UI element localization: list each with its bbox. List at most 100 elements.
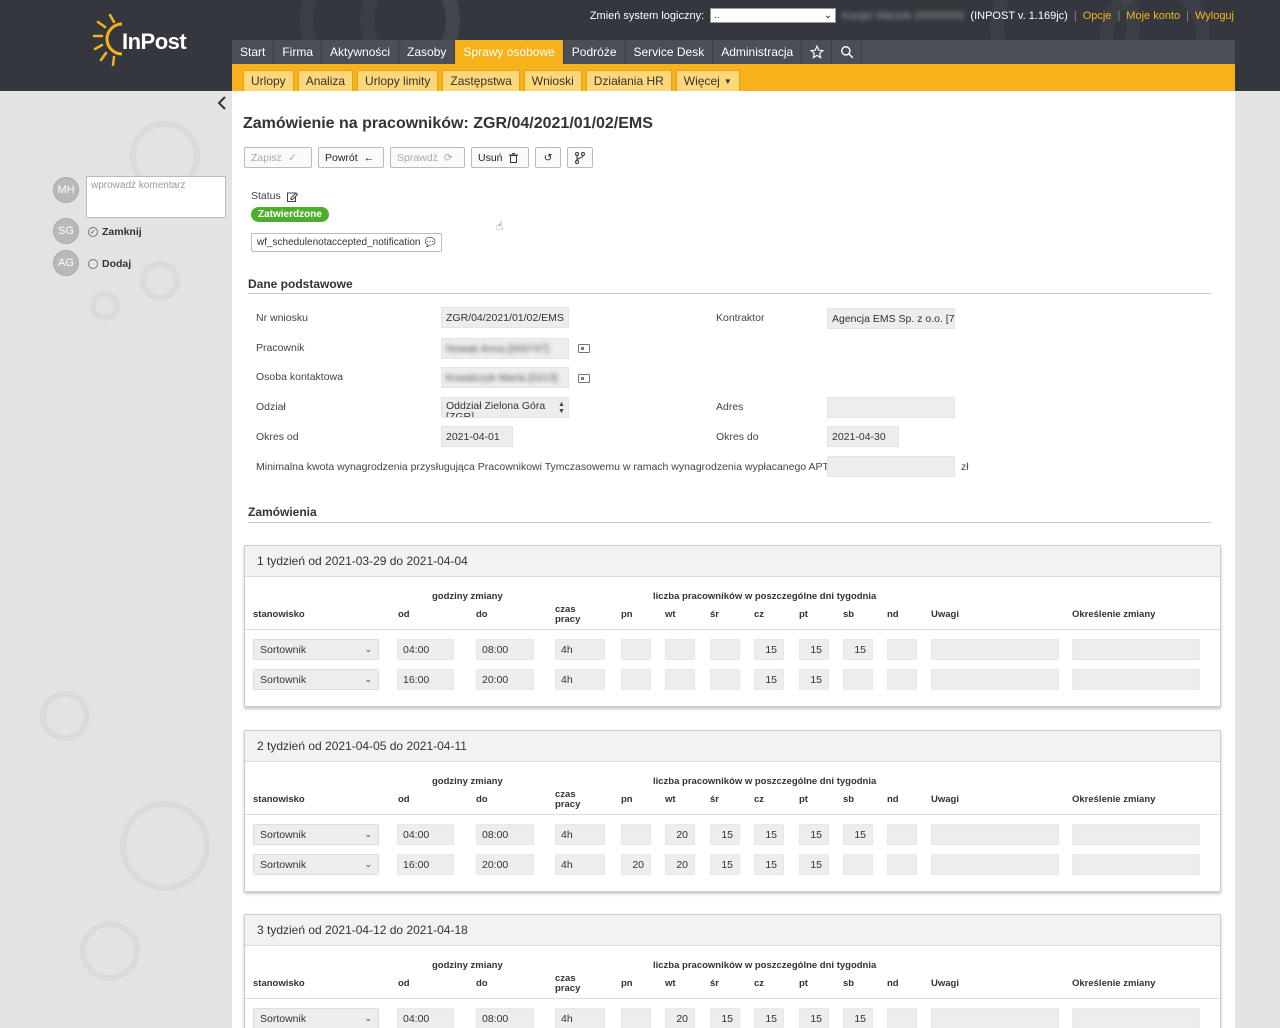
save-button[interactable]: Zapisz ✓ xyxy=(244,147,312,168)
position-select[interactable]: Sortownik ⌄ xyxy=(253,854,379,875)
check-button[interactable]: Sprawdź ⟳ xyxy=(390,147,465,168)
work-time-input[interactable]: 4h xyxy=(555,1008,605,1028)
nav-start[interactable]: Start xyxy=(232,40,275,64)
collapse-sidebar-icon[interactable] xyxy=(217,96,227,113)
id-card-icon[interactable] xyxy=(578,374,590,383)
shift-desc-input[interactable] xyxy=(1072,639,1200,660)
day-count-input[interactable] xyxy=(710,639,740,660)
notes-input[interactable] xyxy=(931,669,1059,690)
day-count-input[interactable]: 15 xyxy=(710,854,740,875)
id-card-icon[interactable] xyxy=(578,344,590,353)
shift-to-input[interactable]: 20:00 xyxy=(476,669,534,690)
position-select[interactable]: Sortownik ⌄ xyxy=(253,639,379,660)
day-count-input[interactable]: 15 xyxy=(710,824,740,845)
nav-service-desk[interactable]: Service Desk xyxy=(626,40,714,64)
subnav-urlopy[interactable]: Urlopy xyxy=(243,70,294,91)
star-icon[interactable] xyxy=(802,40,833,64)
day-count-input[interactable]: 15 xyxy=(754,824,784,845)
day-count-input[interactable]: 15 xyxy=(710,1008,740,1028)
edit-icon[interactable] xyxy=(286,191,298,202)
day-count-input[interactable] xyxy=(621,639,651,660)
day-count-input[interactable] xyxy=(665,669,695,690)
shift-to-input[interactable]: 08:00 xyxy=(476,824,534,845)
nav-firma[interactable]: Firma xyxy=(274,40,323,64)
day-count-input[interactable] xyxy=(843,669,873,690)
day-count-input[interactable]: 15 xyxy=(799,824,829,845)
shift-to-input[interactable]: 08:00 xyxy=(476,639,534,660)
day-count-input[interactable]: 15 xyxy=(799,1008,829,1028)
nav-zasoby[interactable]: Zasoby xyxy=(399,40,456,64)
day-count-input[interactable] xyxy=(621,1008,651,1028)
subnav-wiecej[interactable]: Więcej ▼ xyxy=(675,70,740,91)
subnav-zastepstwa[interactable]: Zastępstwa xyxy=(442,70,520,91)
day-count-input[interactable] xyxy=(843,854,873,875)
position-select[interactable]: Sortownik ⌄ xyxy=(253,824,379,845)
day-count-input[interactable]: 20 xyxy=(665,1008,695,1028)
shift-from-input[interactable]: 16:00 xyxy=(397,669,454,690)
options-link[interactable]: Opcje xyxy=(1083,10,1112,22)
work-time-input[interactable]: 4h xyxy=(555,669,605,690)
shift-desc-input[interactable] xyxy=(1072,854,1200,875)
shift-to-input[interactable]: 20:00 xyxy=(476,854,534,875)
work-time-input[interactable]: 4h xyxy=(555,854,605,875)
day-count-input[interactable]: 20 xyxy=(621,854,651,875)
day-count-input[interactable]: 20 xyxy=(665,854,695,875)
day-count-input[interactable]: 15 xyxy=(799,639,829,660)
subnav-analiza[interactable]: Analiza xyxy=(297,70,354,91)
day-count-input[interactable] xyxy=(887,824,917,845)
comment-input[interactable]: wprowadź komentarz xyxy=(86,176,226,218)
subnav-dzialania-hr[interactable]: Działania HR xyxy=(585,70,672,91)
day-count-input[interactable]: 15 xyxy=(843,1008,873,1028)
nav-sprawy-osobowe[interactable]: Sprawy osobowe xyxy=(455,40,564,64)
shift-to-input[interactable]: 08:00 xyxy=(476,1008,534,1028)
delete-button[interactable]: Usuń xyxy=(471,147,529,168)
day-count-input[interactable]: 15 xyxy=(799,854,829,875)
day-count-input[interactable]: 15 xyxy=(754,669,784,690)
day-count-input[interactable]: 15 xyxy=(799,669,829,690)
subnav-wnioski[interactable]: Wnioski xyxy=(523,70,582,91)
day-count-input[interactable] xyxy=(665,639,695,660)
search-icon[interactable] xyxy=(832,40,863,64)
shift-from-input[interactable]: 04:00 xyxy=(397,1008,454,1028)
position-select[interactable]: Sortownik ⌄ xyxy=(253,1008,379,1028)
notification-chip[interactable]: wf_schedulenotaccepted_notification 💬 xyxy=(251,233,442,252)
day-count-input[interactable] xyxy=(887,854,917,875)
my-account-link[interactable]: Moje konto xyxy=(1126,10,1180,22)
day-count-input[interactable] xyxy=(710,669,740,690)
day-count-input[interactable]: 15 xyxy=(754,639,784,660)
day-count-input[interactable]: 15 xyxy=(754,854,784,875)
shift-from-input[interactable]: 04:00 xyxy=(397,824,454,845)
nav-podroze[interactable]: Podróże xyxy=(564,40,626,64)
nav-aktywnosci[interactable]: Aktywności xyxy=(322,40,400,64)
shift-from-input[interactable]: 04:00 xyxy=(397,639,454,660)
notes-input[interactable] xyxy=(931,639,1059,660)
workflow-step-zamknij[interactable]: ✓ Zamknij xyxy=(88,226,142,238)
day-count-input[interactable] xyxy=(887,639,917,660)
day-count-input[interactable]: 15 xyxy=(843,824,873,845)
inpost-logo[interactable]: InPost xyxy=(92,14,202,70)
shift-desc-input[interactable] xyxy=(1072,669,1200,690)
spinner-arrows-icon[interactable]: ▲ ▼ xyxy=(558,401,565,415)
position-select[interactable]: Sortownik ⌄ xyxy=(253,669,379,690)
nav-administracja[interactable]: Administracja xyxy=(713,40,803,64)
notes-input[interactable] xyxy=(931,824,1059,845)
day-count-input[interactable] xyxy=(621,824,651,845)
back-button[interactable]: Powrót ← xyxy=(318,147,384,168)
shift-from-input[interactable]: 16:00 xyxy=(397,854,454,875)
notes-input[interactable] xyxy=(931,854,1059,875)
day-count-input[interactable] xyxy=(887,669,917,690)
day-count-input[interactable]: 20 xyxy=(665,824,695,845)
day-count-input[interactable]: 15 xyxy=(754,1008,784,1028)
logout-link[interactable]: Wyloguj xyxy=(1195,10,1234,22)
day-count-input[interactable]: 15 xyxy=(843,639,873,660)
workflow-step-dodaj[interactable]: Dodaj xyxy=(88,258,131,270)
shift-desc-input[interactable] xyxy=(1072,1008,1200,1028)
system-select[interactable]: .. ⌄ xyxy=(710,8,837,23)
shift-desc-input[interactable] xyxy=(1072,824,1200,845)
history-button[interactable]: ↺ xyxy=(535,147,561,168)
work-time-input[interactable]: 4h xyxy=(555,639,605,660)
subnav-urlopy-limity[interactable]: Urlopy limity xyxy=(357,70,439,91)
workflow-branch-button[interactable] xyxy=(567,147,593,168)
work-time-input[interactable]: 4h xyxy=(555,824,605,845)
day-count-input[interactable] xyxy=(621,669,651,690)
